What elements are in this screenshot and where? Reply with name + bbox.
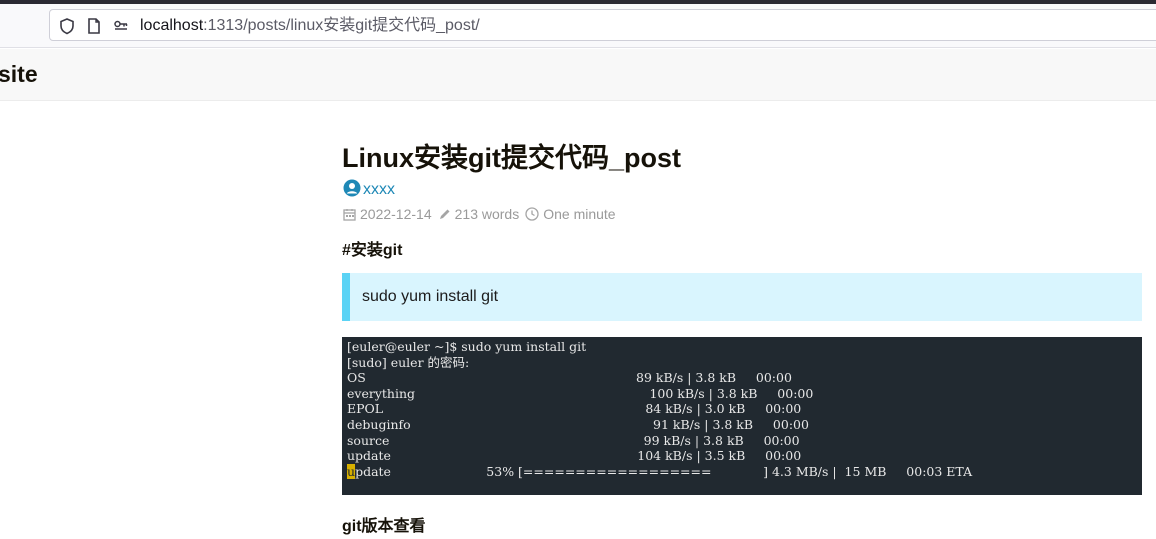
version-heading: git版本查看 [342,518,426,535]
terminal-line: [sudo] euler 的密码: [347,354,470,370]
terminal-line: source 99 kB/s | 3.8 kB 00:00 [347,432,800,448]
post-date-value: 2022-12-14 [360,206,432,222]
terminal-progress-line: pdate 53% [================== ] 4.3 MB/s… [355,463,973,479]
blockquote: sudo yum install git [342,273,1142,321]
author-link[interactable]: xxxx [363,181,395,199]
terminal-line: everything 100 kB/s | 3.8 kB 00:00 [347,385,814,401]
post-date: 2022-12-14 [343,206,432,222]
site-brand[interactable]: site [0,61,38,88]
url-host: localhost [140,17,204,34]
post-word-count-value: 213 words [454,206,520,222]
install-heading: #安装git [342,242,403,259]
post-reading-time-value: One minute [543,206,616,222]
terminal-line: update 104 kB/s | 3.5 kB 00:00 [347,448,802,464]
url-path: :1313/posts/linux安装git提交代码_post/ [203,17,480,34]
blockquote-text: sudo yum install git [362,288,499,305]
post-title: Linux安装git提交代码_post [342,143,681,173]
terminal-line: EPOL 84 kB/s | 3.0 kB 00:00 [347,401,802,417]
terminal-screenshot: [euler@euler ~]$ sudo yum install git [s… [342,337,1142,495]
terminal-prompt-start: [euler [347,339,385,354]
user-circle-icon [343,179,361,202]
post-reading-time: One minute [525,206,616,222]
url-text[interactable]: localhost:1313/posts/linux安装git提交代码_post… [140,16,480,36]
page-icon[interactable] [85,17,103,35]
post-word-count: 213 words [438,206,520,222]
site-header: site [0,49,1156,101]
pencil-icon [439,209,450,219]
browser-toolbar: localhost:1313/posts/linux安装git提交代码_post… [0,4,1156,48]
clock-icon [525,207,539,221]
post-author: xxxx [343,179,395,202]
permissions-icon[interactable] [112,17,130,35]
shield-icon[interactable] [58,17,76,35]
post-meta: 2022-12-14 213 words One minute [343,206,622,222]
calendar-icon [343,208,356,221]
terminal-line: OS 89 kB/s | 3.8 kB 00:00 [347,370,792,386]
terminal-cursor: u [347,463,356,479]
terminal-line: debuginfo 91 kB/s | 3.8 kB 00:00 [347,416,809,432]
terminal-output: [euler@euler ~]$ sudo yum install git [s… [347,339,973,479]
address-bar[interactable]: localhost:1313/posts/linux安装git提交代码_post… [49,9,1156,41]
terminal-prompt-end: euler ~]$ sudo yum install git [397,339,587,354]
